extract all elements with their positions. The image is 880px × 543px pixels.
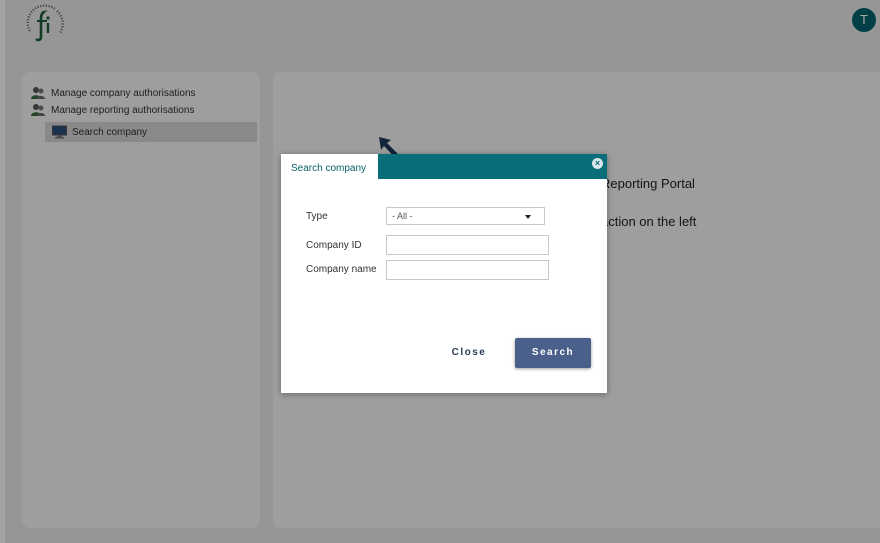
type-select[interactable]: - All - — [386, 207, 545, 225]
close-icon[interactable]: × — [592, 158, 603, 169]
search-button[interactable]: Search — [515, 338, 591, 368]
company-name-input[interactable] — [386, 260, 549, 280]
dialog-title: Search company — [281, 154, 378, 184]
chevron-down-icon — [525, 215, 531, 219]
company-name-label: Company name — [306, 264, 377, 275]
company-id-input[interactable] — [386, 235, 549, 255]
close-button[interactable]: Close — [444, 338, 494, 368]
company-id-label: Company ID — [306, 240, 362, 251]
type-label: Type — [306, 211, 328, 222]
search-company-dialog: Search company × Type - All - Company ID… — [281, 154, 607, 393]
type-select-value: - All - — [392, 211, 413, 221]
